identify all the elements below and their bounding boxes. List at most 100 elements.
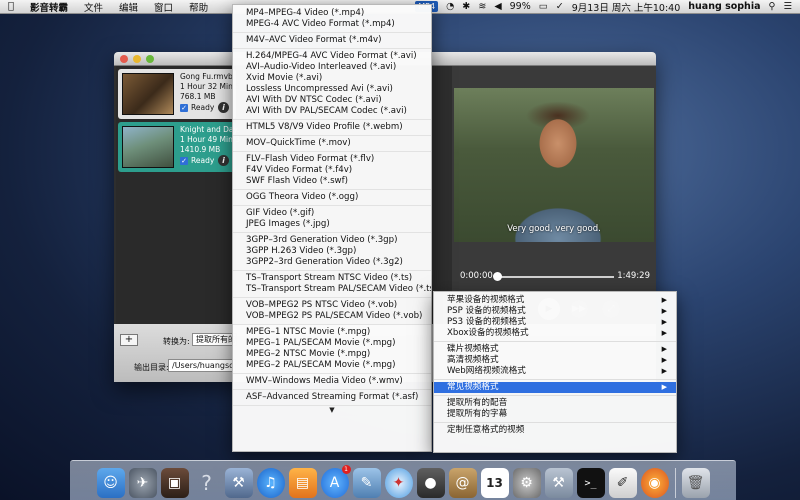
format-option[interactable]: Lossless Uncompressed Avi (*.avi) xyxy=(233,84,431,95)
utilities-icon[interactable]: ⚒ xyxy=(544,468,573,498)
format-option[interactable]: TS–Transport Stream NTSC Video (*.ts) xyxy=(233,273,431,284)
menu-file[interactable]: 文件 xyxy=(76,0,111,14)
bluetooth-icon[interactable]: ✱ xyxy=(462,1,470,12)
terminal-icon[interactable]: >_ xyxy=(576,468,605,498)
spotlight-icon[interactable]: ⚲ xyxy=(769,1,776,12)
menu-item-xbox-formats[interactable]: Xbox设备的视频格式 ▶ xyxy=(434,328,676,339)
format-option[interactable]: VOB–MPEG2 PS NTSC Video (*.vob) xyxy=(233,300,431,311)
trash-icon[interactable]: 🗑 xyxy=(681,468,710,498)
format-option[interactable]: MPEG–2 PAL/SECAM Movie (*.mpg) xyxy=(233,360,431,371)
close-window-button[interactable] xyxy=(120,54,128,63)
ready-checkbox-row[interactable]: ✓ Ready xyxy=(180,156,214,165)
menu-item-web-formats[interactable]: Web网络视频流格式 ▶ xyxy=(434,366,676,377)
format-option[interactable]: AVI With DV NTSC Codec (*.avi) xyxy=(233,95,431,106)
firefox-icon[interactable]: ◉ xyxy=(640,468,669,498)
menu-app-name[interactable]: 影音转霸 xyxy=(22,0,76,14)
file-item-selected[interactable]: Knight and Day. 1 Hour 49 Min 3 1410.9 M… xyxy=(118,122,240,172)
notification-center-icon[interactable]: ☰ xyxy=(783,1,792,12)
format-option[interactable]: MPEG–1 NTSC Movie (*.mpg) xyxy=(233,327,431,338)
progress-knob[interactable] xyxy=(493,272,502,281)
format-option[interactable]: FLV–Flash Video Format (*.flv) xyxy=(233,154,431,165)
system-preferences-icon[interactable]: ⚙ xyxy=(512,468,541,498)
clock[interactable]: 9月13日 周六 上午10:40 xyxy=(572,0,681,14)
battery-icon[interactable]: ▭ xyxy=(539,1,548,12)
file-list: Gong Fu.rmvb 1 Hour 32 Min 5 768.1 MB ✓ … xyxy=(116,66,240,324)
safari-icon[interactable]: ✦ xyxy=(384,468,413,498)
menu-item-label: 常见视频格式 xyxy=(447,382,499,392)
apple-icon[interactable]:  xyxy=(0,1,22,12)
menu-item-disc-formats[interactable]: 碟片视频格式 ▶ xyxy=(434,344,676,355)
format-option[interactable]: OGG Theora Video (*.ogg) xyxy=(233,192,431,203)
format-option[interactable]: AVI–Audio-Video Interleaved (*.avi) xyxy=(233,62,431,73)
checkbox-checked-icon[interactable]: ✓ xyxy=(180,103,188,112)
format-option[interactable]: 3GPP2–3rd Generation Video (*.3g2) xyxy=(233,257,431,268)
launchpad-icon[interactable]: ✈ xyxy=(128,468,157,498)
menu-item-custom-format[interactable]: 定制任意格式的视频 xyxy=(434,425,676,436)
user-name[interactable]: huang sophia xyxy=(688,1,760,12)
scroll-down-arrow-icon[interactable]: ▼ xyxy=(233,406,431,414)
file-item[interactable]: Gong Fu.rmvb 1 Hour 32 Min 5 768.1 MB ✓ … xyxy=(118,69,240,119)
format-option[interactable]: MPEG-4 AVC Video Format (*.mp4) xyxy=(233,19,431,30)
minimize-window-button[interactable] xyxy=(133,54,141,63)
menu-item-apple-formats[interactable]: 苹果设备的视频格式 ▶ xyxy=(434,295,676,306)
menu-edit[interactable]: 编辑 xyxy=(111,0,146,14)
menu-item-extract-subtitles[interactable]: 提取所有的字幕 xyxy=(434,409,676,420)
photo-booth-icon[interactable]: ▣ xyxy=(160,468,189,498)
volume-icon[interactable]: ◀ xyxy=(494,1,501,12)
format-option[interactable]: HTML5 V8/V9 Video Profile (*.webm) xyxy=(233,122,431,133)
contacts-icon[interactable]: @ xyxy=(448,468,477,498)
format-option[interactable]: TS–Transport Stream PAL/SECAM Video (*.t… xyxy=(233,284,431,295)
itunes-icon[interactable]: ♫ xyxy=(256,468,285,498)
video-frame[interactable]: Very good, very good. xyxy=(454,88,654,242)
format-option[interactable]: MOV–QuickTime (*.mov) xyxy=(233,138,431,149)
format-option[interactable]: GIF Video (*.gif) xyxy=(233,208,431,219)
battery-percent[interactable]: 99% xyxy=(510,1,531,12)
format-option[interactable]: 3GPP H.263 Video (*.3gp) xyxy=(233,246,431,257)
format-option[interactable]: Xvid Movie (*.avi) xyxy=(233,73,431,84)
menu-item-extract-audio[interactable]: 提取所有的配音 xyxy=(434,398,676,409)
preview-icon[interactable]: ✎ xyxy=(352,468,381,498)
info-icon[interactable]: i xyxy=(218,102,229,113)
finder-icon[interactable]: ☺ xyxy=(96,468,125,498)
zoom-window-button[interactable] xyxy=(146,54,154,63)
textedit-icon[interactable]: ✐ xyxy=(608,468,637,498)
help-icon[interactable]: ? xyxy=(193,468,221,498)
wifi-icon[interactable]: ≋ xyxy=(478,1,486,12)
info-icon[interactable]: i xyxy=(218,155,229,166)
menu-help[interactable]: 帮助 xyxy=(181,0,216,14)
app-store-icon[interactable]: A1 xyxy=(320,465,351,498)
ready-checkbox-row[interactable]: ✓ Ready xyxy=(180,103,214,112)
format-option[interactable]: MPEG–2 NTSC Movie (*.mpg) xyxy=(233,349,431,360)
xcode-icon[interactable]: ⚒ xyxy=(224,468,253,498)
format-option[interactable]: VOB–MPEG2 PS PAL/SECAM Video (*.vob) xyxy=(233,311,431,322)
format-option[interactable]: MP4–MPEG-4 Video (*.mp4) xyxy=(233,8,431,19)
menu-item-ps3-formats[interactable]: PS3 设备的视频格式 ▶ xyxy=(434,317,676,328)
format-option[interactable]: AVI With DV PAL/SECAM Codec (*.avi) xyxy=(233,106,431,117)
checkbox-checked-icon[interactable]: ✓ xyxy=(180,156,188,165)
time-machine-icon[interactable]: ◔ xyxy=(446,1,454,12)
format-option[interactable]: WMV–Windows Media Video (*.wmv) xyxy=(233,376,431,387)
format-option[interactable]: 3GPP–3rd Generation Video (*.3gp) xyxy=(233,235,431,246)
calendar-icon[interactable]: 13 xyxy=(480,468,509,498)
facetime-icon[interactable]: ● xyxy=(416,468,445,498)
menu-item-common-formats[interactable]: 常见视频格式 ▶ xyxy=(434,382,676,393)
convert-format-select[interactable]: 提取所有的 xyxy=(192,333,237,346)
menu-item-hd-formats[interactable]: 高清视频格式 ▶ xyxy=(434,355,676,366)
add-file-button[interactable]: + xyxy=(120,334,138,346)
format-option[interactable]: JPEG Images (*.jpg) xyxy=(233,219,431,230)
format-option[interactable]: M4V–AVC Video Format (*.m4v) xyxy=(233,35,431,46)
format-option[interactable]: SWF Flash Video (*.swf) xyxy=(233,176,431,187)
menu-window[interactable]: 窗口 xyxy=(146,0,181,14)
output-dir-field[interactable]: /Users/huangso xyxy=(168,359,236,372)
dock-separator xyxy=(674,468,676,498)
file-duration: 1 Hour 49 Min 3 xyxy=(180,135,240,144)
notification-badge: 1 xyxy=(341,465,351,474)
format-option[interactable]: H.264/MPEG-4 AVC Video Format (*.avi) xyxy=(233,51,431,62)
format-option[interactable]: MPEG–1 PAL/SECAM Movie (*.mpg) xyxy=(233,338,431,349)
progress-track[interactable] xyxy=(496,276,614,278)
ibooks-icon[interactable]: ▤ xyxy=(288,468,317,498)
input-method-icon[interactable]: ✓ xyxy=(556,1,564,12)
format-option[interactable]: F4V Video Format (*.f4v) xyxy=(233,165,431,176)
format-option[interactable]: ASF–Advanced Streaming Format (*.asf) xyxy=(233,392,431,403)
menu-item-psp-formats[interactable]: PSP 设备的视频格式 ▶ xyxy=(434,306,676,317)
